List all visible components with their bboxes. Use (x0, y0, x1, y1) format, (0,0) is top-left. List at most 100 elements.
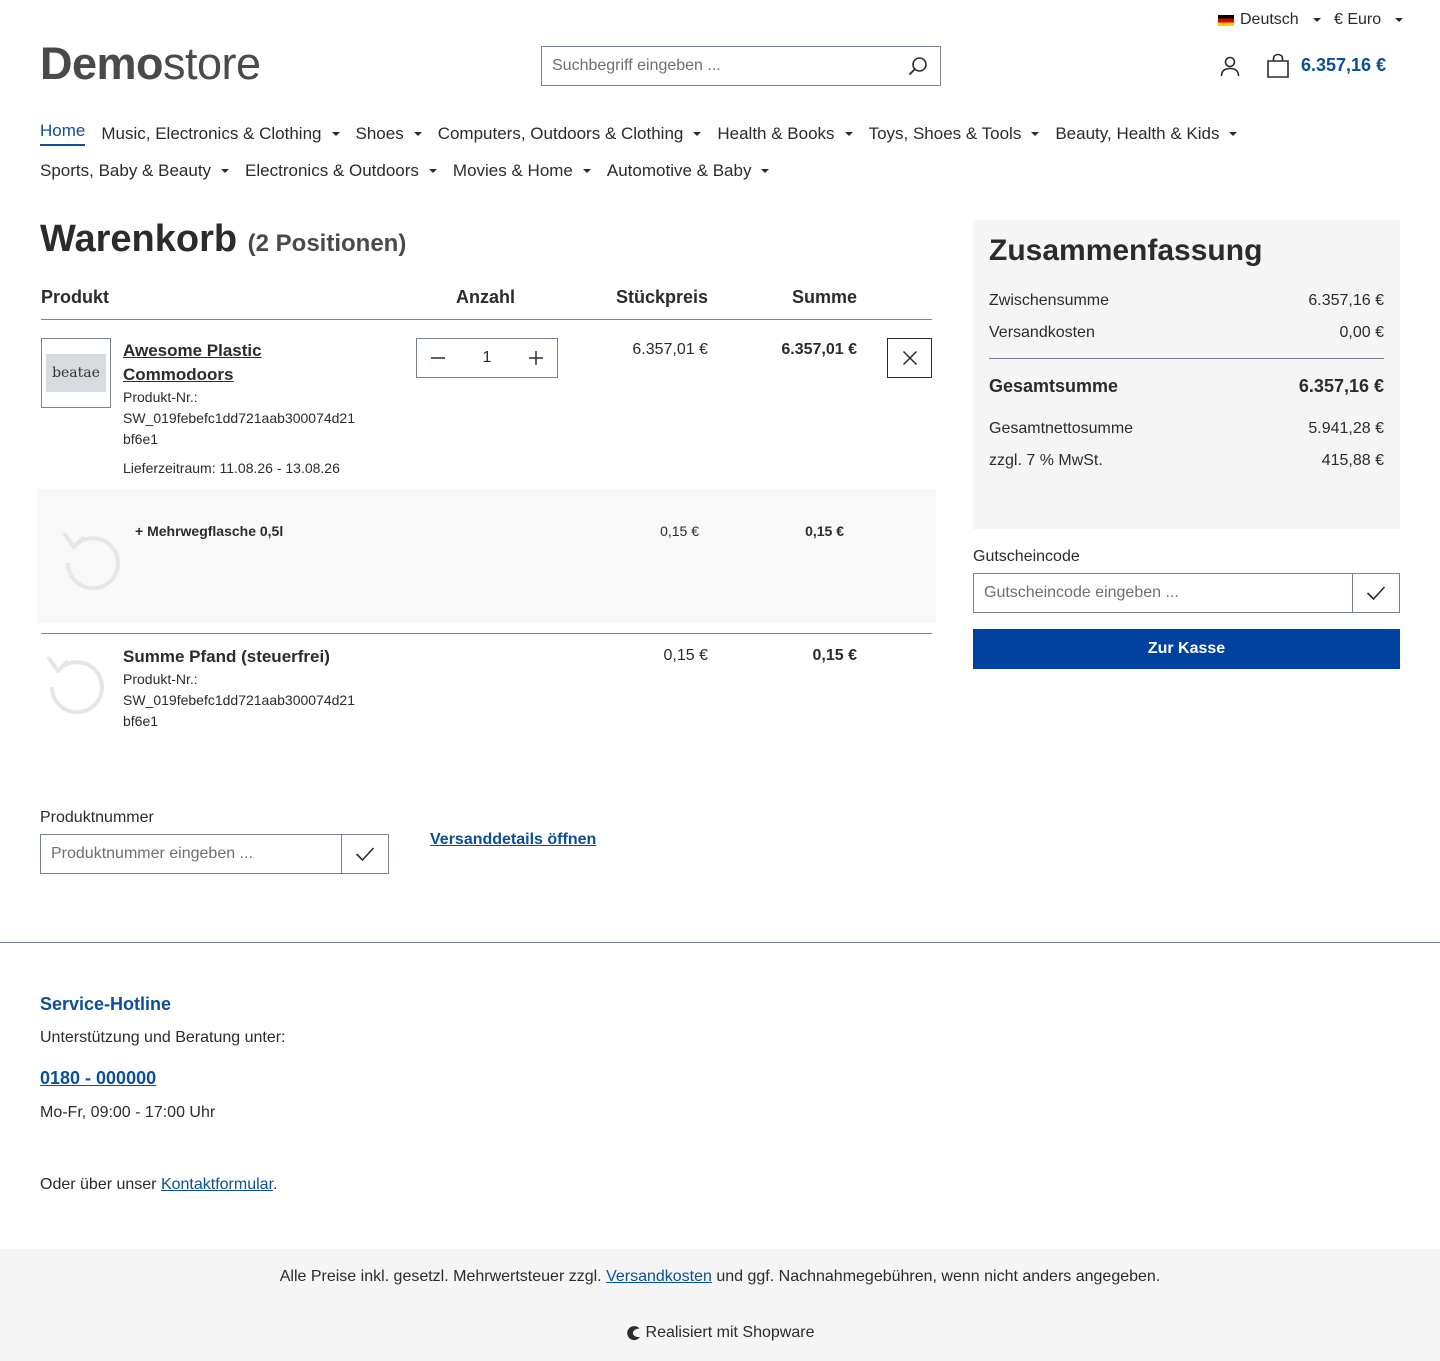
nav-label: Computers, Outdoors & Clothing (437, 123, 684, 143)
search-input[interactable] (542, 47, 896, 85)
chevron-down-icon (221, 169, 230, 173)
store-logo[interactable]: Demostore (40, 38, 261, 90)
hotline-phone-link[interactable]: 0180 - 000000 (40, 1068, 156, 1089)
nav-item-music-electronics-clothing[interactable]: Music, Electronics & Clothing (101, 121, 340, 146)
currency-switcher[interactable]: € Euro (1334, 11, 1404, 29)
vat-notice: Alle Preise inkl. gesetzl. Mehrwertsteue… (0, 1268, 1440, 1286)
nav-item-beauty-health-kids[interactable]: Beauty, Health & Kids (1055, 121, 1238, 146)
hotline-hours: Mo-Fr, 09:00 - 17:00 Uhr (40, 1104, 216, 1121)
item-total-price: 6.357,01 € (781, 341, 857, 358)
remove-item-button[interactable] (887, 338, 932, 378)
summary-divider (989, 358, 1384, 359)
product-number-input[interactable] (41, 835, 341, 873)
table-header-divider (41, 319, 932, 320)
search-button[interactable] (896, 47, 940, 85)
language-switcher[interactable]: Deutsch (1218, 11, 1321, 29)
summary-label: Gesamtnettosumme (989, 420, 1134, 437)
checkmark-icon (355, 847, 375, 862)
voucher-input[interactable] (974, 574, 1352, 612)
nav-label: Toys, Shoes & Tools (868, 123, 1022, 143)
nav-item-computers-outdoors-clothing[interactable]: Computers, Outdoors & Clothing (438, 121, 702, 146)
chevron-down-icon (844, 131, 853, 136)
page-title: Warenkorb (2 Positionen) (40, 218, 406, 261)
chevron-down-icon (1395, 18, 1404, 22)
product-name-link[interactable]: Awesome Plastic Commodoors (123, 339, 303, 387)
support-text: Unterstützung und Beratung unter: (40, 1029, 286, 1046)
deposit-label: + Mehrwegflasche 0,5l (135, 523, 284, 539)
product-number-label: Produkt-Nr.: (123, 671, 198, 687)
contact-form-link[interactable]: Kontaktformular (161, 1176, 273, 1193)
contact-suffix: . (273, 1176, 278, 1193)
nav-label: Sports, Baby & Beauty (40, 161, 212, 180)
nav-item-sports-baby-beauty[interactable]: Sports, Baby & Beauty (40, 161, 230, 181)
shipping-details-link[interactable]: Versanddetails öffnen (430, 831, 596, 849)
vat-suffix: und ggf. Nachnahmegebühren, wenn nicht a… (711, 1268, 1161, 1285)
product-name-line: Commodoors (123, 365, 234, 384)
chevron-down-icon (1312, 18, 1321, 22)
logo-light-text: store (163, 38, 261, 89)
summary-label: Gesamtsumme (989, 376, 1119, 396)
deposit-sum-number: Produkt-Nr.: SW_019febefc1dd721aab300074… (123, 669, 355, 732)
product-number-label: Produktnummer (40, 809, 154, 826)
voucher-form (973, 573, 1400, 613)
powered-by-text: Realisiert mit Shopware (645, 1324, 815, 1341)
product-number-form (40, 834, 389, 874)
summary-label: zzgl. 7 % MwSt. (989, 452, 1103, 469)
quantity-increase-button[interactable] (515, 339, 557, 377)
column-header-unit-price: Stückpreis (615, 287, 708, 307)
nav-label: Health & Books (717, 123, 835, 143)
cart-total[interactable]: 6.357,16 € (1301, 55, 1386, 76)
product-number-value: SW_019febefc1dd721aab300074d21 (123, 410, 355, 426)
nav-label: Home (40, 121, 86, 140)
chevron-down-icon (1031, 131, 1040, 136)
deposit-total-price: 0,15 € (805, 523, 844, 539)
nav-item-shoes[interactable]: Shoes (356, 121, 422, 146)
account-button[interactable] (1218, 54, 1242, 78)
product-number-submit-button[interactable] (341, 835, 388, 873)
summary-label: Zwischensumme (989, 292, 1110, 309)
chevron-down-icon (582, 169, 591, 173)
summary-value: 6.357,16 € (1308, 292, 1384, 309)
chevron-down-icon (693, 131, 702, 136)
product-number-value: bf6e1 (123, 713, 159, 729)
vat-prefix: Alle Preise inkl. gesetzl. Mehrwertsteue… (279, 1268, 607, 1285)
chevron-down-icon (413, 131, 422, 136)
powered-by[interactable]: Realisiert mit Shopware (0, 1324, 1440, 1342)
checkout-button[interactable]: Zur Kasse (973, 629, 1400, 669)
nav-item-electronics-outdoors[interactable]: Electronics & Outdoors (245, 161, 437, 181)
german-flag-icon (1218, 14, 1234, 26)
nav-item-toys-shoes-tools[interactable]: Toys, Shoes & Tools (869, 121, 1040, 146)
main-nav-row-1: Home Music, Electronics & Clothing Shoes… (40, 121, 1238, 146)
nav-item-home[interactable]: Home (40, 121, 86, 146)
user-icon (1220, 56, 1240, 77)
quantity-value[interactable]: 1 (459, 349, 515, 367)
summary-shipping-row: Versandkosten 0,00 € (989, 324, 1384, 342)
nav-item-health-books[interactable]: Health & Books (717, 121, 853, 146)
contact-text: Oder über unser Kontaktformular. (40, 1176, 277, 1194)
summary-value: 6.357,16 € (1298, 376, 1384, 396)
deposit-sum-total: 0,15 € (812, 647, 857, 664)
cart-button[interactable] (1266, 53, 1290, 79)
product-thumbnail[interactable]: beatae (41, 338, 111, 408)
voucher-submit-button[interactable] (1352, 574, 1399, 612)
shipping-costs-link[interactable]: Versandkosten (606, 1268, 712, 1285)
chevron-down-icon (1229, 131, 1238, 136)
chevron-down-icon (331, 131, 340, 136)
footer-divider (0, 942, 1440, 943)
chevron-down-icon (428, 169, 437, 173)
nav-label: Music, Electronics & Clothing (101, 123, 322, 143)
quantity-stepper: 1 (416, 338, 558, 378)
cart-title: Warenkorb (40, 218, 238, 260)
nav-label: Electronics & Outdoors (245, 161, 419, 180)
chevron-down-icon (761, 169, 770, 173)
quantity-decrease-button[interactable] (417, 339, 459, 377)
item-divider (41, 633, 932, 634)
nav-label: Automotive & Baby (606, 161, 752, 180)
summary-subtotal-row: Zwischensumme 6.357,16 € (989, 292, 1384, 310)
product-number-label: Produkt-Nr.: (123, 389, 198, 405)
nav-item-movies-home[interactable]: Movies & Home (453, 161, 591, 181)
summary-value: 5.941,28 € (1308, 420, 1384, 437)
summary-title: Zusammenfassung (989, 234, 1263, 267)
checkmark-icon (1366, 586, 1386, 601)
nav-item-automotive-baby[interactable]: Automotive & Baby (607, 161, 770, 181)
